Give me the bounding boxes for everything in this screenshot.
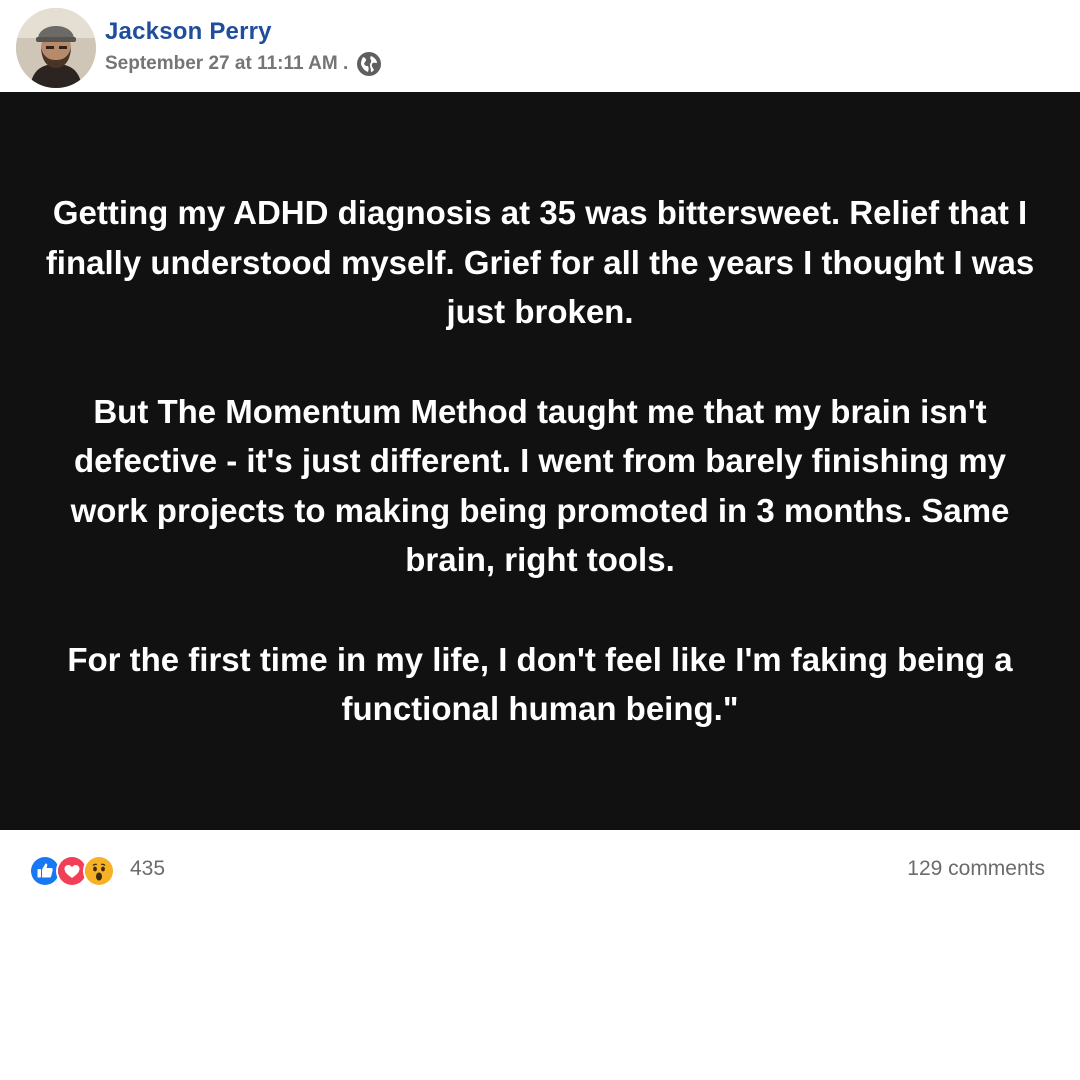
post-paragraph-3: For the first time in my life, I don't f… — [67, 640, 1013, 728]
reaction-icons[interactable] — [29, 855, 115, 887]
reaction-count[interactable]: 435 — [130, 857, 165, 881]
comments-count[interactable]: 129 comments — [907, 857, 1045, 881]
post-header: Jackson Perry September 27 at 11:11 AM . — [0, 0, 1080, 92]
avatar-photo — [16, 8, 96, 88]
wow-icon — [83, 855, 115, 887]
author-avatar[interactable] — [16, 8, 96, 88]
post-timestamp[interactable]: September 27 at 11:11 AM . — [105, 53, 348, 75]
post-paragraph-2: But The Momentum Method taught me that m… — [70, 392, 1010, 579]
author-name[interactable]: Jackson Perry — [105, 18, 272, 46]
globe-icon — [356, 51, 382, 77]
post-text: Getting my ADHD diagnosis at 35 was bitt… — [45, 188, 1035, 734]
post-meta: September 27 at 11:11 AM . — [105, 52, 382, 76]
post-paragraph-1: Getting my ADHD diagnosis at 35 was bitt… — [45, 194, 1035, 331]
post-content: Getting my ADHD diagnosis at 35 was bitt… — [0, 92, 1080, 830]
